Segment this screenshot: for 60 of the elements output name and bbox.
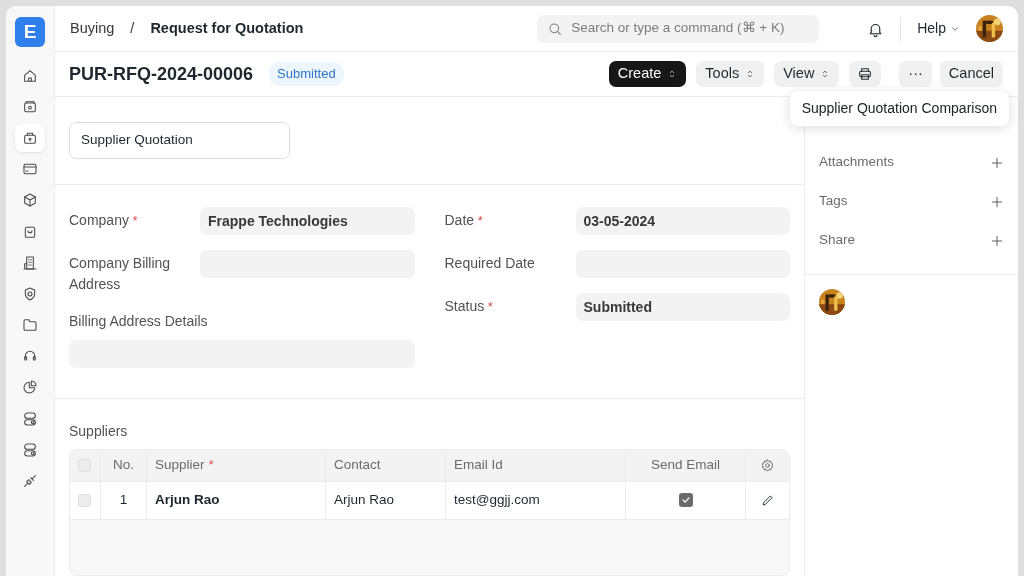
search-icon: [547, 20, 564, 37]
app-logo[interactable]: E: [15, 17, 45, 47]
sidebar-label: Attachments: [819, 153, 895, 172]
field-label: Required Date: [444, 255, 535, 271]
breadcrumb-link[interactable]: Buying: [70, 17, 115, 40]
dropdown-item[interactable]: Supplier Quotation Comparison: [801, 98, 997, 119]
field-label: Company Billing Address: [69, 255, 171, 292]
printer-icon: [857, 66, 874, 82]
building-icon: [22, 254, 38, 271]
column-header: Email Id: [454, 456, 503, 475]
sidebar-label: Tags: [819, 192, 848, 211]
table-cell-text: test@ggjj.com: [454, 491, 540, 510]
plug-icon: [22, 473, 38, 490]
field-label: Billing Address Details: [69, 313, 208, 329]
column-header: Send Email: [650, 456, 720, 475]
column-header: Contact: [334, 456, 381, 475]
cube-icon: [22, 192, 38, 209]
field-label: Company: [69, 212, 129, 228]
more-button[interactable]: ···: [899, 61, 932, 87]
settings-icon[interactable]: [760, 457, 775, 473]
folder-icon: [22, 317, 38, 334]
toggle-icon: [22, 441, 38, 458]
print-button[interactable]: [849, 61, 882, 87]
cancel-button[interactable]: Cancel: [939, 61, 1003, 87]
supplier-quotation-button[interactable]: Supplier Quotation: [69, 122, 290, 159]
create-button[interactable]: Create: [608, 61, 687, 87]
input-field[interactable]: Frappe Technologies: [200, 207, 415, 235]
input-field[interactable]: 03-05-2024: [575, 207, 790, 235]
required-mark: *: [477, 213, 483, 228]
document-title: PUR-RFQ-2024-00006: [69, 62, 254, 86]
table-cell-text: Arjun Rao: [334, 491, 395, 510]
column-header: Supplier: [155, 456, 205, 475]
input-field[interactable]: Submitted: [575, 293, 790, 321]
section-label: Suppliers: [69, 421, 129, 441]
column-header: No.: [113, 456, 134, 475]
checkmark-icon: [680, 495, 691, 506]
checkbox[interactable]: [78, 493, 91, 507]
shield-icon: [22, 285, 38, 302]
breadcrumb-link[interactable]: Request for Quotation: [150, 17, 304, 40]
sidebar-label: Share: [819, 231, 856, 250]
required-mark: *: [487, 299, 493, 314]
drive-icon: [22, 98, 38, 115]
required-mark: *: [132, 213, 138, 228]
home-icon: [22, 67, 38, 84]
sidebar-item[interactable]: [15, 123, 45, 152]
checkbox[interactable]: [678, 493, 693, 508]
help-menu[interactable]: Help: [917, 18, 960, 39]
table-cell-text: 1: [119, 491, 128, 510]
table-cell-text: Arjun Rao: [155, 491, 220, 510]
breadcrumb-separator: /: [130, 18, 135, 38]
pie-chart-icon: [22, 379, 38, 396]
menu-button[interactable]: Tools: [696, 61, 765, 87]
field-label: Status: [444, 298, 485, 314]
search-field[interactable]: Search or type a command (⌘ + K): [537, 14, 820, 43]
field-label: Date: [444, 212, 475, 228]
status-indicator: Submitted: [269, 62, 344, 86]
menu-button[interactable]: View: [774, 61, 840, 87]
pencil-icon[interactable]: [760, 493, 775, 508]
toggle-icon: [22, 410, 38, 427]
required-mark: *: [208, 456, 214, 475]
